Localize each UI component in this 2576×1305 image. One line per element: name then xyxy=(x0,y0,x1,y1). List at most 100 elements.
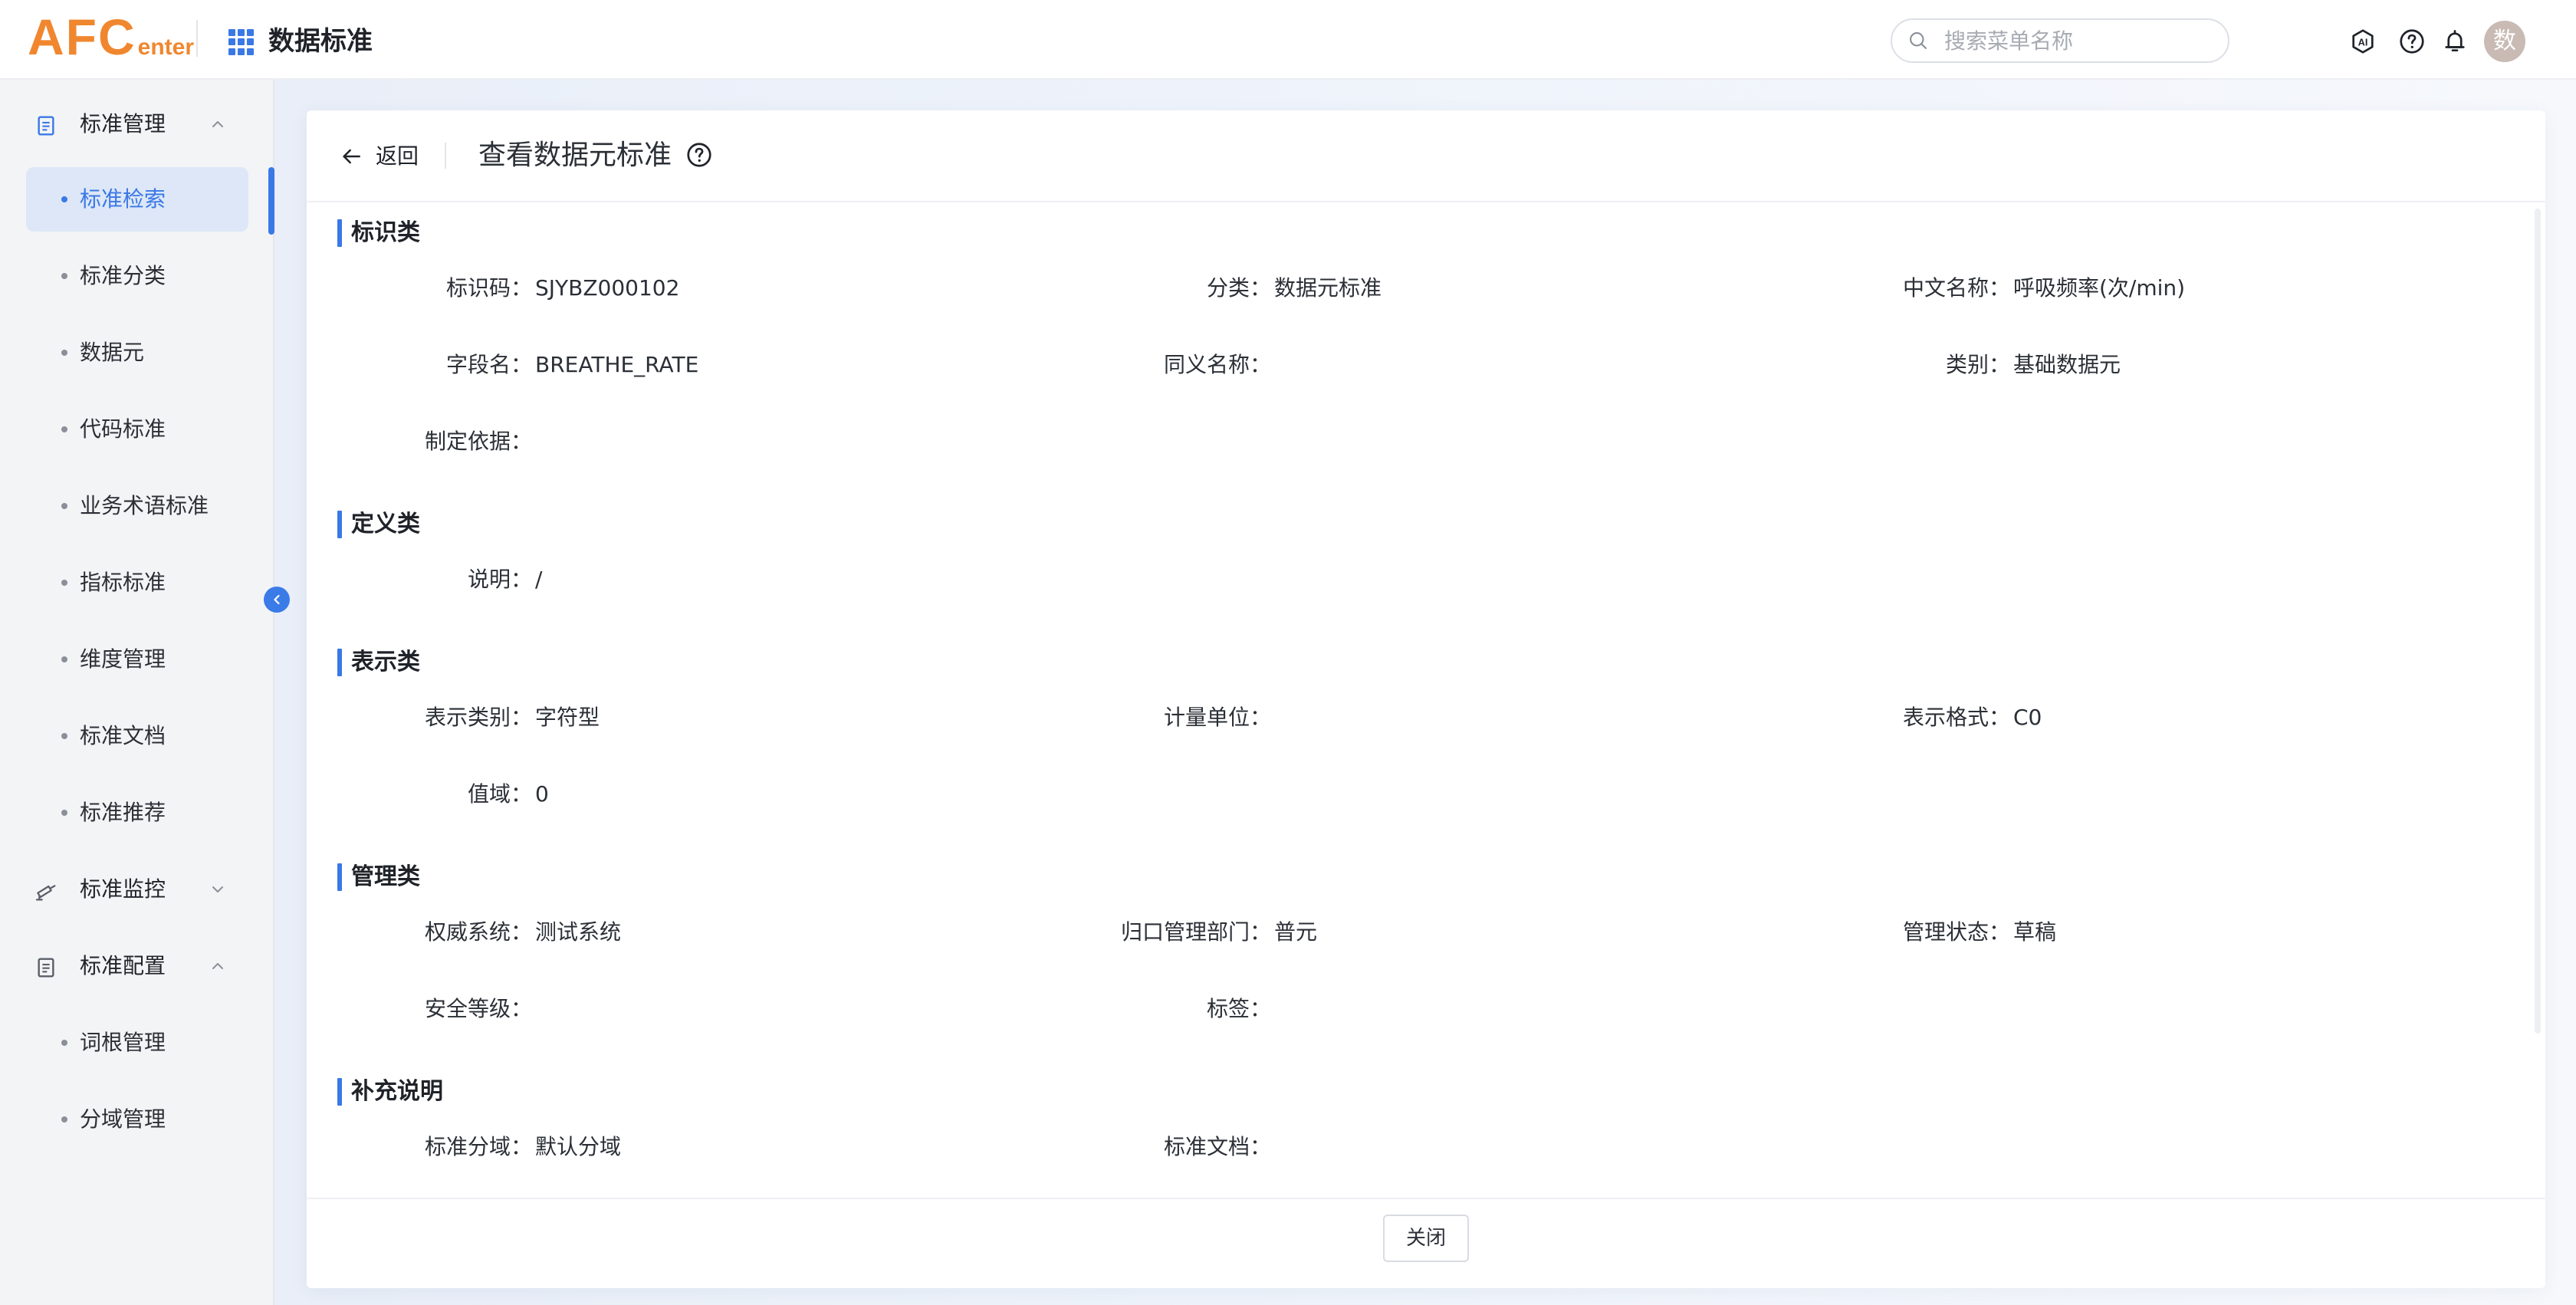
field-identifier-code: 标识码： SJYBZ000102 xyxy=(446,273,679,304)
sidebar-item-label: 词根管理 xyxy=(80,1030,166,1055)
bell-icon[interactable] xyxy=(2441,28,2469,55)
sidebar-item-label: 代码标准 xyxy=(80,416,166,442)
field-label: 计量单位： xyxy=(1163,705,1271,730)
chevron-up-icon xyxy=(212,963,223,969)
chevron-down-icon xyxy=(212,886,223,892)
field-label: 制定依据： xyxy=(424,429,532,454)
field-label: 标识码： xyxy=(445,275,532,301)
sidebar-group-standard-management[interactable]: 标准管理 xyxy=(0,94,273,155)
bullet-dot xyxy=(61,810,67,816)
section-title-representation: 表示类 xyxy=(337,646,420,679)
section-title-identification: 标识类 xyxy=(337,216,420,250)
field-value: 0 xyxy=(535,781,549,807)
sidebar-item-standard-document[interactable]: 标准文档 xyxy=(26,704,248,768)
search-placeholder: 搜索菜单名称 xyxy=(1944,28,2074,54)
field-management-status: 管理状态： 草稿 xyxy=(1903,917,2057,948)
sidebar-group-label: 标准配置 xyxy=(80,953,166,978)
field-type: 类别： 基础数据元 xyxy=(1946,350,2121,380)
sidebar-item-label: 业务术语标准 xyxy=(80,493,209,518)
sidebar-group-standard-configuration[interactable]: 标准配置 xyxy=(0,935,273,997)
field-value: BREATHE_RATE xyxy=(535,352,699,377)
search-icon xyxy=(1910,32,1927,49)
bullet-dot xyxy=(61,1116,67,1123)
field-value: 数据元标准 xyxy=(1274,275,1382,301)
sidebar-item-standard-recommendation[interactable]: 标准推荐 xyxy=(26,781,248,845)
menu-search-input[interactable]: 搜索菜单名称 xyxy=(1891,18,2229,63)
help-icon[interactable] xyxy=(2398,28,2426,55)
active-indicator xyxy=(268,167,274,235)
section-title-supplement: 补充说明 xyxy=(337,1075,443,1109)
field-value: 普元 xyxy=(1274,919,1318,945)
close-button[interactable]: 关闭 xyxy=(1383,1215,1469,1262)
sidebar-item-domain-management[interactable]: 分域管理 xyxy=(26,1087,248,1152)
field-label: 中文名称： xyxy=(1902,275,2010,301)
sidebar-item-root-word-management[interactable]: 词根管理 xyxy=(26,1011,248,1075)
bullet-dot xyxy=(61,656,67,662)
header-separator xyxy=(445,143,446,169)
field-value: 呼吸频率(次/min) xyxy=(2013,275,2186,301)
sidebar-item-label: 标准推荐 xyxy=(80,800,166,825)
field-label: 分类： xyxy=(1206,275,1271,301)
bullet-dot xyxy=(61,350,67,356)
field-label: 标签： xyxy=(1206,996,1271,1021)
field-label: 表示格式： xyxy=(1902,705,2010,730)
field-label: 权威系统： xyxy=(424,919,532,945)
field-label: 管理状态： xyxy=(1902,919,2010,945)
header-divider xyxy=(196,20,198,57)
field-value: 默认分域 xyxy=(535,1134,622,1159)
field-value: 草稿 xyxy=(2013,919,2057,945)
sidebar-item-label: 标准文档 xyxy=(80,723,166,748)
sidebar-item-code-standard[interactable]: 代码标准 xyxy=(26,397,248,462)
field-label: 标准分域： xyxy=(424,1134,532,1159)
field-category: 分类： 数据元标准 xyxy=(1207,273,1382,304)
back-button[interactable]: 返回 xyxy=(339,140,419,173)
field-label: 标准文档： xyxy=(1163,1134,1271,1159)
field-value: 基础数据元 xyxy=(2013,352,2121,377)
sidebar-group-label: 标准监控 xyxy=(80,876,166,902)
question-circle-icon[interactable] xyxy=(685,141,713,169)
content-scrollbar[interactable] xyxy=(2535,209,2541,1034)
field-value: 字符型 xyxy=(535,705,600,730)
sidebar: 标准管理 标准检索 标准分类 数据元 代码标准 业务术语标准 指标标准 维度管理… xyxy=(0,80,274,1305)
sidebar-item-data-element[interactable]: 数据元 xyxy=(26,320,248,385)
app-grid-icon[interactable] xyxy=(228,29,255,55)
ai-icon[interactable]: AI xyxy=(2349,28,2377,55)
top-header: AFC enter 数据标准 搜索菜单名称 AI 数 xyxy=(0,0,2576,80)
app-title: 数据标准 xyxy=(268,26,373,57)
sidebar-collapse-button[interactable] xyxy=(264,587,290,613)
user-avatar[interactable]: 数 xyxy=(2484,21,2525,62)
back-label: 返回 xyxy=(376,143,419,169)
sidebar-item-metric-standard[interactable]: 指标标准 xyxy=(26,551,248,615)
sidebar-item-label: 标准分类 xyxy=(80,263,166,288)
sidebar-item-standard-category[interactable]: 标准分类 xyxy=(26,244,248,308)
field-format: 表示格式： C0 xyxy=(1903,702,2042,733)
sidebar-group-standard-monitoring[interactable]: 标准监控 xyxy=(0,859,273,920)
card-footer: 关闭 xyxy=(307,1198,2545,1290)
chevron-left-icon xyxy=(274,594,280,605)
sidebar-item-dimension-management[interactable]: 维度管理 xyxy=(26,627,248,692)
field-label: 安全等级： xyxy=(424,996,532,1021)
field-label: 归口管理部门： xyxy=(1120,919,1271,945)
document-icon xyxy=(38,958,54,978)
field-label: 值域： xyxy=(467,781,532,807)
field-label: 表示类别： xyxy=(424,705,532,730)
bullet-dot xyxy=(61,1040,67,1046)
sidebar-item-business-term[interactable]: 业务术语标准 xyxy=(26,474,248,538)
field-value: 测试系统 xyxy=(535,919,622,945)
sidebar-item-label: 标准检索 xyxy=(80,186,166,212)
section-title-management: 管理类 xyxy=(337,860,420,894)
field-department: 归口管理部门： 普元 xyxy=(1121,917,1318,948)
field-standard-domain: 标准分域： 默认分域 xyxy=(425,1132,622,1162)
afcenter-logo[interactable]: AFC enter xyxy=(28,8,194,65)
sidebar-item-label: 指标标准 xyxy=(80,570,166,595)
svg-text:AI: AI xyxy=(2358,36,2368,48)
sidebar-item-label: 数据元 xyxy=(80,340,145,365)
sidebar-item-label: 维度管理 xyxy=(80,646,166,672)
logo-big-text: AFC xyxy=(28,8,136,65)
sidebar-group-label: 标准管理 xyxy=(80,111,166,136)
card-header: 返回 查看数据元标准 xyxy=(307,110,2545,202)
document-icon xyxy=(38,116,54,136)
chevron-up-icon xyxy=(212,121,223,127)
sidebar-item-standard-search[interactable]: 标准检索 xyxy=(26,167,248,232)
section-title-definition: 定义类 xyxy=(337,508,420,541)
